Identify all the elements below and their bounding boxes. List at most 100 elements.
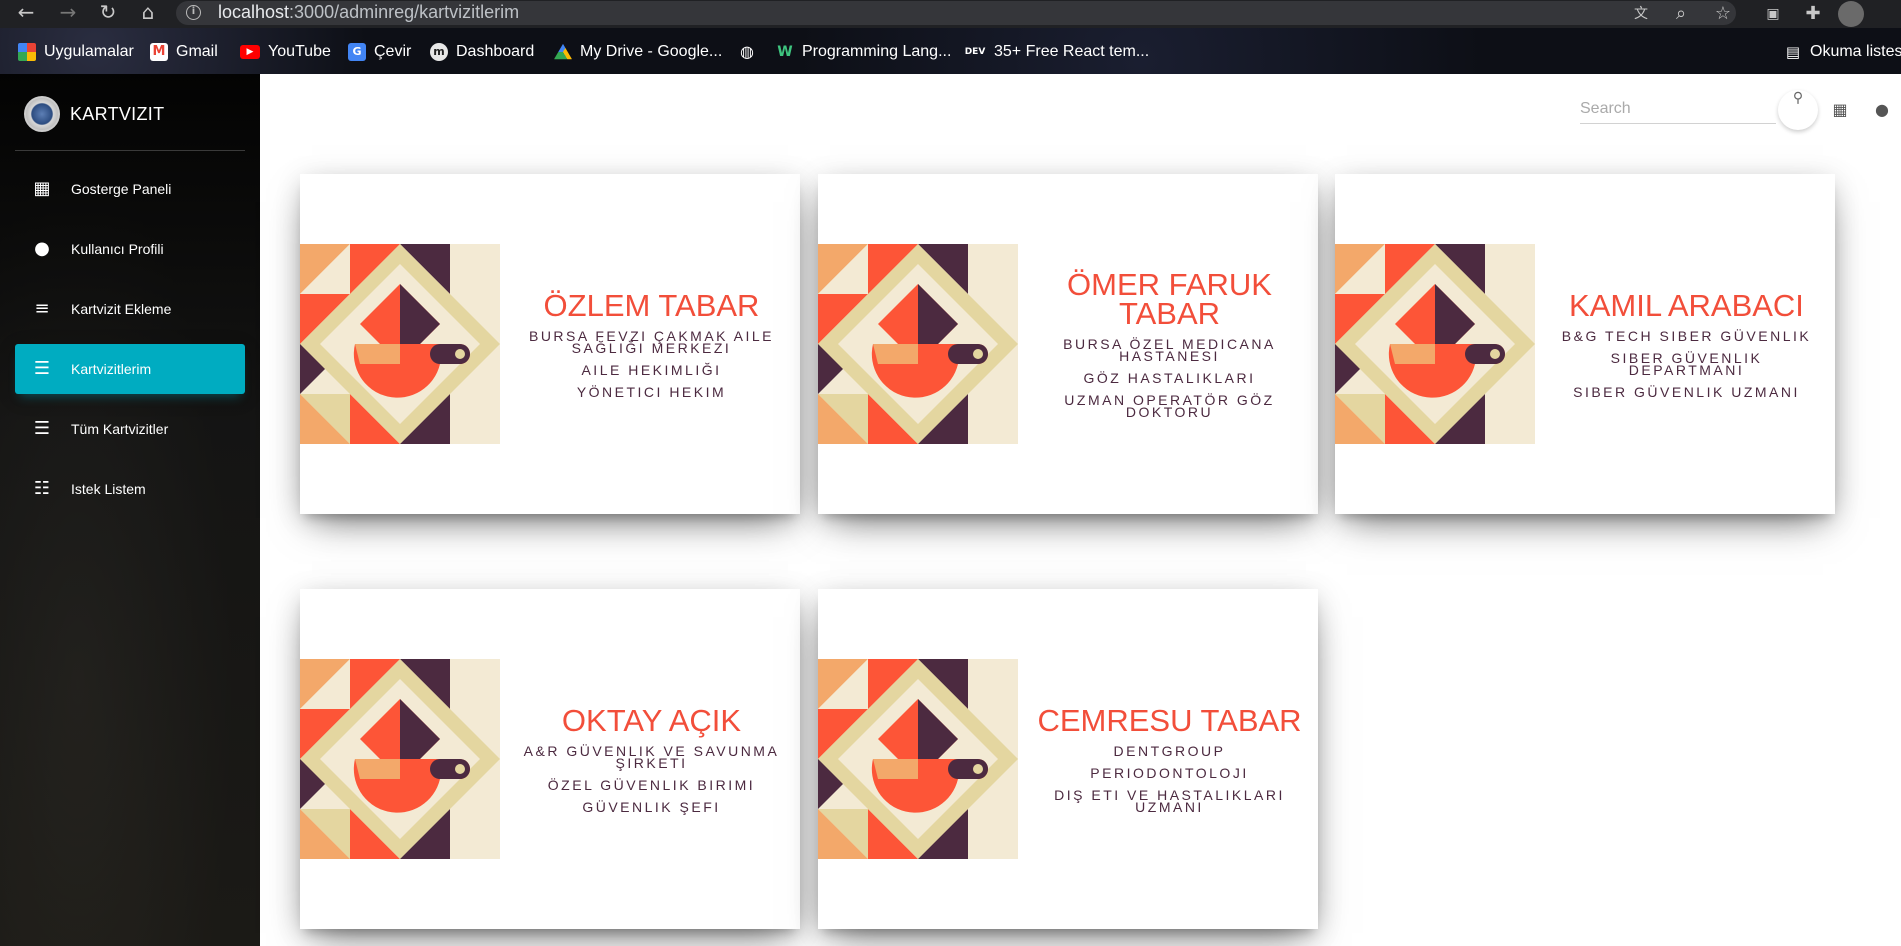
bookmark-label: 35+ Free React tem... xyxy=(994,43,1150,60)
card-artwork xyxy=(300,244,500,444)
card-institution: DENTGROUP xyxy=(1113,742,1226,759)
business-card[interactable]: ÖMER FARUK TABAR BURSA ÖZEL MEDICANA HAS… xyxy=(818,174,1318,514)
card-department: GÖZ HASTALIKLARI xyxy=(1083,370,1256,386)
bookmark-apps[interactable]: Uygulamalar xyxy=(18,42,134,62)
url-host: localhost xyxy=(218,2,290,22)
bookmark-globe[interactable]: ◍ xyxy=(738,42,756,62)
bookmark-label: Programming Lang... xyxy=(802,43,952,60)
brand-name: KARTVIZIT xyxy=(70,103,165,124)
card-department: AILE HEKIMLIĞI xyxy=(581,361,722,378)
card-name: OKTAY AÇIK xyxy=(561,702,742,738)
w-site-icon: W xyxy=(777,44,793,60)
bookmark-gmail[interactable]: M Gmail xyxy=(150,42,218,62)
card-name: ÖZLEM TABAR xyxy=(543,287,760,323)
bookmark-label: My Drive - Google... xyxy=(580,43,723,60)
sidebar-item-label: Gosterge Paneli xyxy=(71,181,172,197)
card-text: KAMIL ARABACI B&G TECH SIBER GÜVENLIK SI… xyxy=(1550,174,1823,514)
bookmarks-bar: Uygulamalar M Gmail ▶ YouTube G Çevir m … xyxy=(0,28,1901,74)
bookmark-programming[interactable]: W Programming Lang... xyxy=(776,42,951,62)
brand-logo-icon xyxy=(24,96,60,132)
youtube-icon: ▶ xyxy=(240,45,260,59)
globe-icon: ◍ xyxy=(740,42,754,61)
card-title: SIBER GÜVENLIK UZMANI xyxy=(1573,383,1800,400)
sidebar-item-kartvizitlerim[interactable]: ☰ Kartvizitlerim xyxy=(15,344,245,394)
card-department: PERIODONTOLOJI xyxy=(1090,764,1249,781)
home-icon[interactable]: ⌂ xyxy=(136,2,160,26)
sidebar-item-kullanici-profili[interactable]: ● Kullanıcı Profili xyxy=(15,224,245,274)
reading-list-icon: ▤ xyxy=(1785,43,1801,61)
extension-icon[interactable]: ▣ xyxy=(1760,1,1786,27)
card-department: SIBER GÜVENLIK DEPARTMANI xyxy=(1610,349,1763,378)
puzzle-icon[interactable]: ✚ xyxy=(1800,1,1826,27)
bookmark-translate[interactable]: G Çevir xyxy=(348,42,411,62)
card-title: DIŞ ETI VE HASTALIKLARI UZMANI xyxy=(1054,786,1285,815)
apps-grid-icon xyxy=(18,43,36,61)
storage-icon: ☰ xyxy=(33,358,51,379)
bookmark-label: Çevir xyxy=(374,43,412,60)
dashboard-icon[interactable]: ▦ xyxy=(1828,98,1852,122)
business-card[interactable]: ÖZLEM TABAR BURSA FEVZI ÇAKMAK AILE SAĞL… xyxy=(300,174,800,514)
card-text: OKTAY AÇIK A&R GÜVENLIK VE SAVUNMA ŞIRKE… xyxy=(515,589,788,929)
translate-icon: G xyxy=(348,43,366,61)
sidebar-item-kartvizit-ekleme[interactable]: ≡ Kartvizit Ekleme xyxy=(15,284,245,334)
list-icon: ☷ xyxy=(33,478,51,499)
business-card[interactable]: CEMRESU TABAR DENTGROUP PERIODONTOLOJI D… xyxy=(818,589,1318,929)
card-name: KAMIL ARABACI xyxy=(1569,287,1804,323)
sidebar-item-istek-listem[interactable]: ☷ Istek Listem xyxy=(15,464,245,514)
bookmark-drive[interactable]: My Drive - Google... xyxy=(554,42,722,62)
reload-icon[interactable]: ↻ xyxy=(96,2,120,26)
forward-arrow-icon[interactable]: → xyxy=(56,2,80,26)
card-title: GÜVENLIK ŞEFI xyxy=(582,798,721,815)
search-input[interactable] xyxy=(1580,96,1776,122)
sidebar-item-gosterge-paneli[interactable]: ▦ Gosterge Paneli xyxy=(15,164,245,214)
zoom-icon[interactable]: ⌕ xyxy=(1668,1,1694,27)
card-artwork xyxy=(1335,244,1535,444)
bookmark-youtube[interactable]: ▶ YouTube xyxy=(240,42,331,62)
card-title: UZMAN OPERATÖR GÖZ DOKTORU xyxy=(1064,392,1275,420)
url-text[interactable]: localhost:3000/adminreg/kartvizitlerim xyxy=(218,2,519,23)
reading-list[interactable]: ▤ Okuma listesi xyxy=(1784,42,1901,62)
card-name: CEMRESU TABAR xyxy=(1037,702,1302,738)
dashboard-icon: ▦ xyxy=(33,178,51,199)
dashboard-site-icon: m xyxy=(430,43,448,61)
card-institution: BURSA FEVZI ÇAKMAK AILE SAĞLIĞI MERKEZI xyxy=(528,327,774,356)
business-card[interactable]: KAMIL ARABACI B&G TECH SIBER GÜVENLIK SI… xyxy=(1335,174,1835,514)
storage-icon: ☰ xyxy=(33,418,51,439)
brand[interactable]: KARTVIZIT xyxy=(24,96,164,132)
search-field xyxy=(1580,96,1776,124)
gmail-icon: M xyxy=(150,43,168,61)
search-button[interactable]: ⚲ xyxy=(1778,90,1818,130)
card-artwork xyxy=(818,659,1018,859)
person-icon[interactable]: ● xyxy=(1870,98,1894,122)
browser-toolbar: ← → ↻ ⌂ i localhost:3000/adminreg/kartvi… xyxy=(0,0,1901,28)
divider xyxy=(15,150,245,151)
sidebar-item-label: Istek Listem xyxy=(71,481,146,497)
translate-page-icon[interactable]: 文 xyxy=(1628,1,1654,27)
playlist-add-icon: ≡ xyxy=(34,298,50,319)
dev-icon: DEV xyxy=(964,47,986,57)
card-artwork xyxy=(300,659,500,859)
card-institution: B&G TECH SIBER GÜVENLIK xyxy=(1561,327,1812,344)
back-arrow-icon[interactable]: ← xyxy=(14,2,38,26)
bookmark-dashboard[interactable]: m Dashboard xyxy=(430,42,534,62)
sidebar-item-tum-kartvizitler[interactable]: ☰ Tüm Kartvizitler xyxy=(15,404,245,454)
sidebar-item-label: Tüm Kartvizitler xyxy=(71,421,169,437)
bookmark-star-icon[interactable]: ☆ xyxy=(1710,1,1736,27)
person-icon: ● xyxy=(34,238,50,259)
profile-avatar-icon[interactable] xyxy=(1838,1,1864,27)
sidebar-item-label: Kullanıcı Profili xyxy=(71,241,164,257)
sidebar-item-label: Kartvizit Ekleme xyxy=(71,301,172,317)
bookmark-label: Dashboard xyxy=(456,43,535,60)
card-artwork xyxy=(818,244,1018,444)
bookmark-dev[interactable]: DEV 35+ Free React tem... xyxy=(964,42,1149,62)
business-card[interactable]: OKTAY AÇIK A&R GÜVENLIK VE SAVUNMA ŞIRKE… xyxy=(300,589,800,929)
card-text: ÖZLEM TABAR BURSA FEVZI ÇAKMAK AILE SAĞL… xyxy=(515,174,788,514)
card-institution: A&R GÜVENLIK VE SAVUNMA ŞIRKETI xyxy=(523,742,780,771)
site-info-icon[interactable]: i xyxy=(186,5,201,20)
google-drive-icon xyxy=(554,43,572,60)
sidebar-item-label: Kartvizitlerim xyxy=(71,361,152,377)
sidebar: KARTVIZIT ▦ Gosterge Paneli ● Kullanıcı … xyxy=(0,74,260,946)
bookmark-label: Uygulamalar xyxy=(44,43,134,60)
address-bar[interactable]: i localhost:3000/adminreg/kartvizitlerim xyxy=(176,1,1736,25)
card-title: YÖNETICI HEKIM xyxy=(576,383,727,400)
